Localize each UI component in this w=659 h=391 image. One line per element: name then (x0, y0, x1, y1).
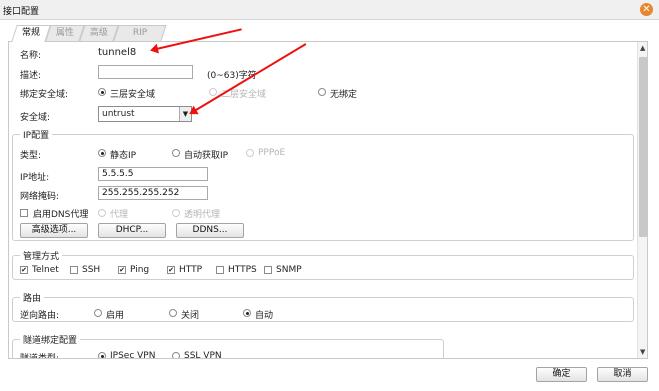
tab-general-label: 常规 (21, 28, 40, 38)
ssh-checkbox[interactable] (70, 266, 78, 274)
cancel-button[interactable]: 取消 (597, 367, 648, 382)
dns-proxy-label: 启用DNS代理 (33, 210, 89, 220)
ok-button[interactable]: 确定 (536, 367, 587, 382)
ip-address-input[interactable]: 5.5.5.5 (98, 167, 208, 181)
ssh-label: SSH (82, 265, 101, 275)
ip-address-label: IP地址: (20, 173, 50, 183)
description-label: 描述: (20, 71, 42, 81)
tunnel-ssl-radio[interactable] (172, 352, 180, 358)
window-title: 接口配置 (3, 7, 40, 17)
ddns-button[interactable]: DDNS... (176, 223, 244, 238)
proxy-radio (98, 209, 106, 217)
reverse-route-auto-radio[interactable] (243, 309, 251, 317)
vertical-scrollbar[interactable]: ▲ ▼ (637, 42, 647, 358)
tunnel-title: 隧道绑定配置 (20, 333, 81, 346)
ip-type-pppoe-label: PPPoE (258, 148, 286, 158)
https-checkbox[interactable] (216, 266, 224, 274)
reverse-route-off-radio[interactable] (169, 309, 177, 317)
zone-binding-l3-label: 三层安全域 (110, 90, 156, 100)
tab-rip[interactable]: RIP (113, 25, 167, 41)
snmp-checkbox[interactable] (264, 266, 272, 274)
security-zone-label: 安全域: (20, 113, 51, 123)
tab-properties[interactable]: 属性 (45, 25, 85, 41)
proxy-label: 代理 (110, 210, 129, 220)
ping-label: Ping (130, 265, 150, 275)
tab-general[interactable]: 常规 (11, 25, 51, 42)
advanced-options-button[interactable]: 高级选项... (20, 223, 88, 238)
reverse-route-off-label: 关闭 (181, 311, 200, 321)
name-value: tunnel8 (98, 47, 137, 58)
ip-type-dhcp-radio[interactable] (172, 149, 180, 157)
zone-binding-l2-radio (209, 88, 217, 96)
tab-advanced[interactable]: 高级 (79, 25, 119, 41)
ip-type-pppoe-radio (246, 149, 254, 157)
ping-checkbox[interactable]: ✔ (118, 266, 126, 274)
dhcp-button[interactable]: DHCP... (98, 223, 166, 238)
management-title: 管理方式 (20, 249, 63, 262)
scroll-down-icon[interactable]: ▼ (640, 348, 645, 356)
snmp-label: SNMP (276, 265, 302, 275)
tunnel-type-label: 隧道类型: (20, 354, 60, 359)
netmask-label: 网络掩码: (20, 192, 60, 202)
reverse-route-label: 逆向路由: (20, 311, 60, 321)
zone-binding-none-label: 无绑定 (330, 90, 358, 100)
ip-type-dhcp-label: 自动获取IP (184, 151, 229, 161)
ip-type-static-label: 静态IP (110, 151, 137, 161)
ip-type-label: 类型: (20, 151, 42, 161)
name-label: 名称: (20, 51, 42, 61)
dns-proxy-checkbox[interactable] (20, 209, 28, 217)
zone-binding-label: 绑定安全域: (20, 90, 69, 100)
zone-binding-l3-radio[interactable] (98, 88, 106, 96)
telnet-label: Telnet (32, 265, 59, 275)
transparent-proxy-label: 透明代理 (184, 210, 221, 220)
dialog-footer: 确定 取消 (0, 361, 659, 391)
ip-type-static-radio[interactable] (98, 149, 106, 157)
http-label: HTTP (179, 265, 203, 275)
description-input[interactable] (98, 65, 193, 79)
tunnel-ipsec-label: IPSec VPN (110, 351, 156, 359)
transparent-proxy-radio (172, 209, 180, 217)
tunnel-ssl-label: SSL VPN (184, 351, 222, 359)
reverse-route-enable-label: 启用 (106, 311, 125, 321)
reverse-route-enable-radio[interactable] (94, 309, 102, 317)
tunnel-ipsec-radio[interactable] (98, 352, 106, 358)
ip-config-title: IP配置 (20, 128, 53, 141)
scroll-up-icon[interactable]: ▲ (640, 44, 645, 52)
scroll-thumb[interactable] (639, 57, 647, 237)
title-bar: 接口配置 ✕ (0, 0, 659, 20)
reverse-route-auto-label: 自动 (255, 311, 274, 321)
form-panel: 名称: tunnel8 描述: (0~63)字符 绑定安全域: 三层安全域 二层… (8, 41, 648, 359)
netmask-input[interactable]: 255.255.255.252 (98, 186, 208, 200)
security-zone-select[interactable]: untrust ▼ (98, 106, 192, 122)
https-label: HTTPS (228, 265, 257, 275)
management-group (12, 255, 634, 280)
close-icon[interactable]: ✕ (640, 3, 653, 16)
security-zone-value: untrust (102, 109, 135, 119)
tab-advanced-label: 高级 (89, 28, 108, 38)
zone-binding-none-radio[interactable] (318, 88, 326, 96)
http-checkbox[interactable]: ✔ (167, 266, 175, 274)
tab-rip-label: RIP (132, 28, 148, 38)
routing-title: 路由 (20, 291, 45, 304)
tab-properties-label: 属性 (55, 28, 74, 38)
telnet-checkbox[interactable]: ✔ (20, 266, 28, 274)
